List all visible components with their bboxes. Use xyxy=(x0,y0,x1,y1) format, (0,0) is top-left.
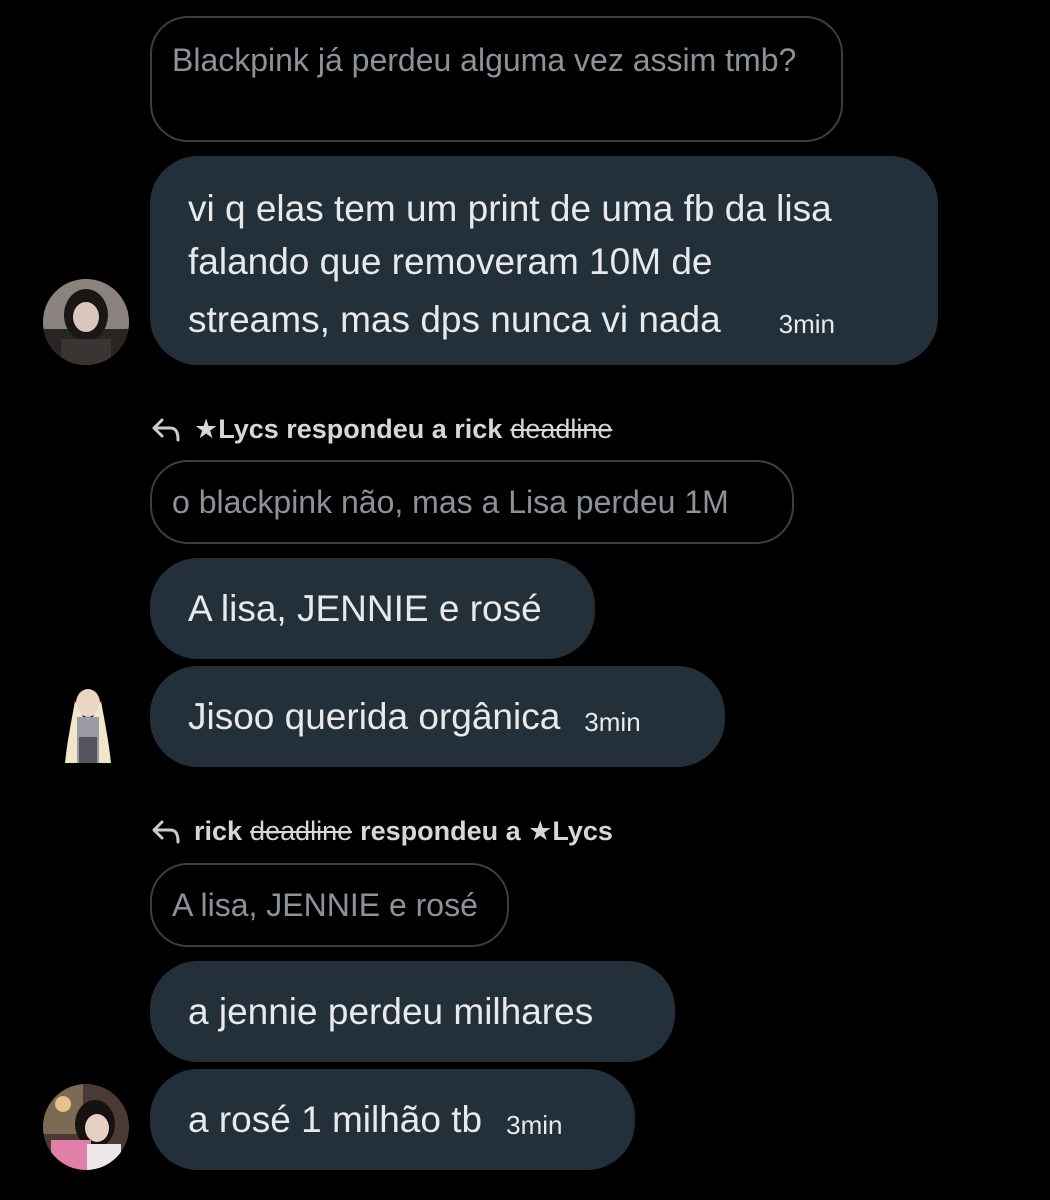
message-timestamp: 3min xyxy=(584,706,641,737)
avatar-image xyxy=(55,683,121,769)
message-text: Jisoo querida orgânica xyxy=(188,695,561,737)
quoted-message[interactable]: o blackpink não, mas a Lisa perdeu 1M xyxy=(150,460,794,544)
quoted-message-text: A lisa, JENNIE e rosé xyxy=(172,887,478,923)
quoted-message-text: o blackpink não, mas a Lisa perdeu 1M xyxy=(172,484,729,520)
quoted-message[interactable]: A lisa, JENNIE e rosé xyxy=(150,863,509,947)
message-text-line: streams, mas dps nunca vi nada xyxy=(188,298,721,340)
avatar[interactable] xyxy=(55,683,121,769)
reply-header-name: rick xyxy=(194,816,243,846)
message-text-line: vi q elas tem um print de uma fb da lisa xyxy=(188,188,832,229)
reply-header: ★Lycs respondeu a rick deadline xyxy=(150,414,620,445)
message-bubble[interactable]: Jisoo querida orgânica 3min xyxy=(150,666,725,767)
avatar-image xyxy=(43,279,129,365)
avatar[interactable] xyxy=(43,1084,129,1170)
reply-header-text: respondeu a ★Lycs xyxy=(360,816,613,846)
reply-header-text: ★Lycs respondeu a rick xyxy=(194,414,503,444)
message-text: A lisa, JENNIE e rosé xyxy=(188,587,542,629)
message-bubble[interactable]: A lisa, JENNIE e rosé xyxy=(150,558,595,659)
reply-header-strike: deadline xyxy=(510,414,613,444)
avatar-image xyxy=(43,1084,129,1170)
quoted-message-text: Blackpink já perdeu alguma vez assim tmb… xyxy=(172,42,797,78)
message-bubble[interactable]: vi q elas tem um print de uma fb da lisa… xyxy=(150,156,938,365)
message-timestamp: 3min xyxy=(778,309,836,339)
reply-header: rick deadline respondeu a ★Lycs xyxy=(150,816,613,847)
reply-arrow-icon xyxy=(152,820,180,843)
reply-arrow-icon xyxy=(152,418,180,441)
quoted-message[interactable]: Blackpink já perdeu alguma vez assim tmb… xyxy=(150,16,843,142)
message-text-line: falando que removeram 10M de xyxy=(188,241,713,282)
message-bubble[interactable]: a rosé 1 milhão tb 3min xyxy=(150,1069,635,1170)
message-text: a rosé 1 milhão tb xyxy=(188,1098,483,1140)
avatar[interactable] xyxy=(43,279,129,365)
message-timestamp: 3min xyxy=(506,1109,563,1140)
message-bubble[interactable]: a jennie perdeu milhares xyxy=(150,961,675,1062)
reply-header-strike: deadline xyxy=(250,816,353,846)
message-text: a jennie perdeu milhares xyxy=(188,990,594,1032)
